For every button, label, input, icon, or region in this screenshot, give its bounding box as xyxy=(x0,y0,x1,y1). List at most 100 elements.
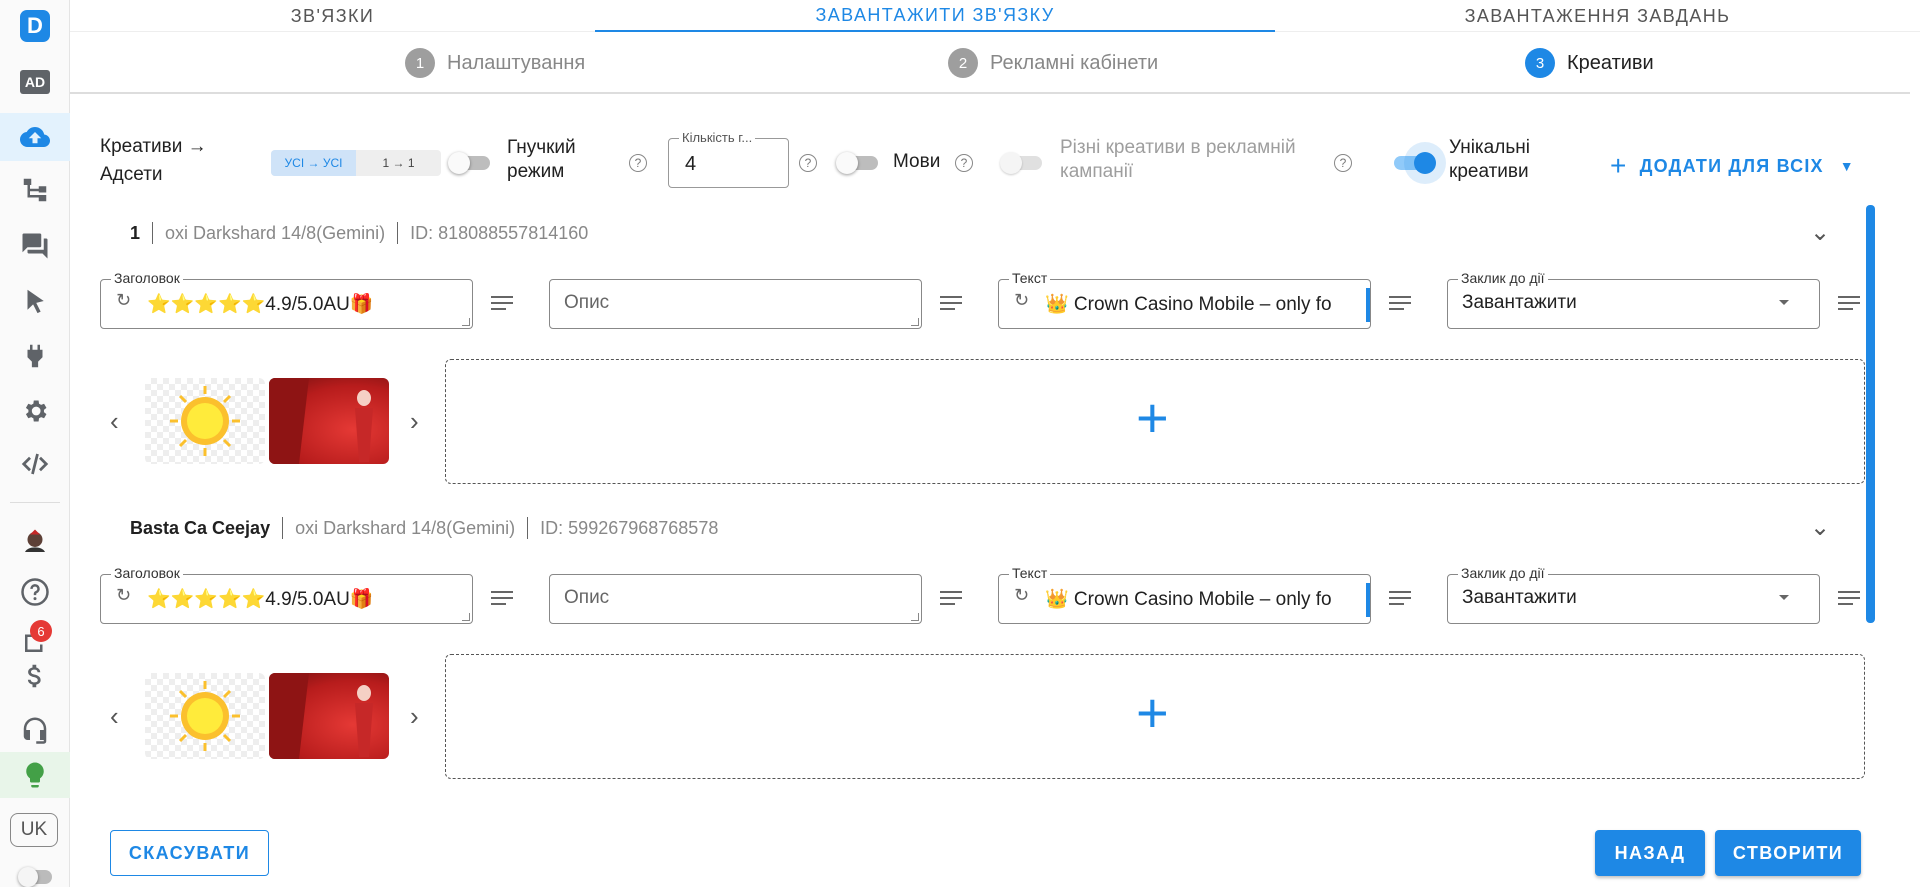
refresh-icon[interactable]: ↻ xyxy=(1014,585,1029,606)
image-thumbnail[interactable] xyxy=(269,673,389,759)
text-field[interactable]: Текст ↻ 👑 Crown Casino Mobile – only fo xyxy=(998,565,1371,624)
resize-handle[interactable] xyxy=(911,613,919,621)
description-placeholder: Опис xyxy=(564,587,610,608)
step-settings[interactable]: 1 Налаштування xyxy=(405,48,585,78)
image-thumbnail[interactable] xyxy=(145,673,265,759)
description-placeholder: Опис xyxy=(564,292,610,313)
lines-icon[interactable] xyxy=(940,591,962,605)
description-field[interactable]: Опис xyxy=(549,279,922,329)
count-field[interactable]: Кількість г... 4 xyxy=(668,130,789,188)
code-icon[interactable] xyxy=(0,440,70,488)
help-icon[interactable] xyxy=(0,568,70,616)
step-creatives[interactable]: 3 Креативи xyxy=(1525,48,1654,78)
diff-creatives-label: Різні креативи в рекламній кампанії xyxy=(1060,136,1296,184)
lines-icon[interactable] xyxy=(1838,296,1860,310)
upload-cloud-icon[interactable] xyxy=(0,113,70,161)
mapping-label-line2: Адсети xyxy=(100,164,163,185)
step-label: Рекламні кабінети xyxy=(990,51,1159,74)
chevron-left-icon[interactable]: ‹ xyxy=(110,406,119,437)
group-header: Basta Ca Ceejay oxi Darkshard 14/8(Gemin… xyxy=(130,517,718,539)
text-field[interactable]: Текст ↻ 👑 Crown Casino Mobile – only fo xyxy=(998,270,1371,329)
flex-mode-help-icon[interactable]: ? xyxy=(629,154,647,172)
group-id: ID: 599267968768578 xyxy=(540,517,719,538)
headline-field[interactable]: Заголовок ↻ ⭐⭐⭐⭐⭐4.9/5.0AU🎁 xyxy=(100,270,473,329)
lines-icon[interactable] xyxy=(491,296,513,310)
group-account: oxi Darkshard 14/8(Gemini) xyxy=(295,517,516,538)
seg-one-to-one[interactable]: 1 → 1 xyxy=(356,150,441,176)
tab-task-uploads[interactable]: ЗАВАНТАЖЕННЯ ЗАВДАНЬ xyxy=(1275,0,1920,32)
lines-icon[interactable] xyxy=(1838,591,1860,605)
refresh-icon[interactable]: ↻ xyxy=(116,585,131,606)
count-label: Кількість г... xyxy=(679,130,756,145)
headset-icon[interactable] xyxy=(0,706,70,754)
top-tabs: ЗВ'ЯЗКИ ЗАВАНТАЖИТИ ЗВ'ЯЗКУ ЗАВАНТАЖЕННЯ… xyxy=(70,0,1920,32)
resize-handle[interactable] xyxy=(911,318,919,326)
unique-line1: Унікальні xyxy=(1449,137,1530,158)
ad-icon[interactable]: AD xyxy=(20,70,50,94)
lines-icon[interactable] xyxy=(940,296,962,310)
app-logo[interactable]: D xyxy=(20,10,50,42)
chevron-right-icon[interactable]: › xyxy=(410,701,419,732)
diff-creatives-switch[interactable] xyxy=(1000,152,1042,174)
cta-select[interactable]: Заклик до дії Завантажити xyxy=(1447,270,1820,329)
group-account: oxi Darkshard 14/8(Gemini) xyxy=(165,222,386,243)
theme-toggle[interactable] xyxy=(18,867,52,887)
flex-mode-label: Гнучкий режим xyxy=(507,136,576,184)
add-media-icon[interactable]: + xyxy=(1136,685,1169,741)
lines-icon[interactable] xyxy=(1389,296,1411,310)
refresh-icon[interactable]: ↻ xyxy=(1014,290,1029,311)
languages-help-icon[interactable]: ? xyxy=(955,154,973,172)
chat-icon[interactable] xyxy=(0,222,70,270)
chevron-right-icon[interactable]: › xyxy=(410,406,419,437)
flex-mode-switch[interactable] xyxy=(448,152,490,174)
tab-upload-link[interactable]: ЗАВАНТАЖИТИ ЗВ'ЯЗКУ xyxy=(595,0,1275,32)
step-number: 3 xyxy=(1525,48,1555,78)
image-thumbnail[interactable] xyxy=(145,378,265,464)
step-label: Налаштування xyxy=(447,51,586,74)
chevron-down-icon[interactable]: ⌄ xyxy=(1810,513,1830,542)
cursor-icon[interactable] xyxy=(0,277,70,325)
bulb-icon[interactable] xyxy=(0,752,70,798)
count-help-icon[interactable]: ? xyxy=(799,154,817,172)
cta-select[interactable]: Заклик до дії Завантажити xyxy=(1447,565,1820,624)
description-field[interactable]: Опис xyxy=(549,574,922,624)
unique-creatives-switch[interactable] xyxy=(1394,152,1436,174)
plus-icon: + xyxy=(1610,150,1628,181)
refresh-icon[interactable]: ↻ xyxy=(116,290,131,311)
add-media-icon[interactable]: + xyxy=(1136,390,1169,446)
cancel-button[interactable]: СКАСУВАТИ xyxy=(110,830,269,876)
create-button[interactable]: СТВОРИТИ xyxy=(1715,830,1861,876)
dollar-icon[interactable] xyxy=(0,652,70,700)
mapping-segmented-control[interactable]: УСІ → УСІ 1 → 1 xyxy=(271,150,441,176)
language-switch[interactable]: UK xyxy=(10,813,58,847)
step-ad-accounts[interactable]: 2 Рекламні кабінети xyxy=(948,48,1158,78)
gear-icon[interactable] xyxy=(0,387,70,435)
step-number: 1 xyxy=(405,48,435,78)
media-carousel: ‹ › xyxy=(100,673,440,759)
chevron-left-icon[interactable]: ‹ xyxy=(110,701,119,732)
upload-dropzone[interactable]: + xyxy=(445,359,1865,484)
tab-links[interactable]: ЗВ'ЯЗКИ xyxy=(70,0,595,32)
lines-icon[interactable] xyxy=(491,591,513,605)
upload-dropzone[interactable]: + xyxy=(445,654,1865,779)
hierarchy-icon[interactable] xyxy=(0,166,70,214)
sidebar: D AD 6 UK xyxy=(0,0,70,887)
back-button[interactable]: НАЗАД xyxy=(1595,830,1705,876)
diff-creatives-help-icon[interactable]: ? xyxy=(1334,154,1352,172)
seg-all-to-all[interactable]: УСІ → УСІ xyxy=(271,150,356,176)
plug-icon[interactable] xyxy=(0,332,70,380)
lines-icon[interactable] xyxy=(1389,591,1411,605)
avatar-icon[interactable] xyxy=(0,518,70,566)
add-for-all-button[interactable]: + ДОДАТИ ДЛЯ ВСІХ ▼ xyxy=(1610,150,1855,182)
resize-handle[interactable] xyxy=(462,613,470,621)
diff-creatives-line1: Різні креативи в рекламній xyxy=(1060,137,1296,158)
resize-handle[interactable] xyxy=(462,318,470,326)
chevron-down-icon[interactable]: ⌄ xyxy=(1810,218,1830,247)
media-carousel: ‹ › xyxy=(100,378,440,464)
scrollbar[interactable] xyxy=(1866,205,1875,623)
mapping-label-line1: Креативи → xyxy=(100,136,207,157)
image-thumbnail[interactable] xyxy=(269,378,389,464)
creative-controls: Креативи → Адсети УСІ → УСІ 1 → 1 Гнучки… xyxy=(100,130,1860,190)
headline-field[interactable]: Заголовок ↻ ⭐⭐⭐⭐⭐4.9/5.0AU🎁 xyxy=(100,565,473,624)
languages-switch[interactable] xyxy=(836,152,878,174)
